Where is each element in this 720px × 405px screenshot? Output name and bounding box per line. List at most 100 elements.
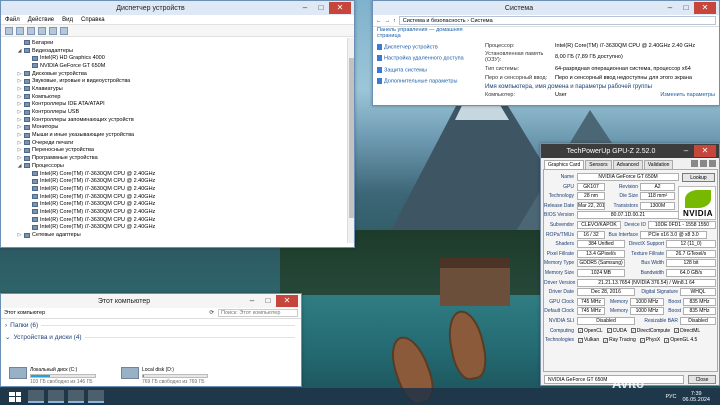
- close-button[interactable]: Close: [688, 375, 716, 384]
- tab-graphics-card[interactable]: Graphics Card: [544, 160, 585, 169]
- tree-item[interactable]: Intel(R) HD Graphics 4000: [7, 54, 354, 62]
- change-settings-link[interactable]: Изменить параметры: [660, 92, 715, 98]
- close-button[interactable]: ✕: [329, 2, 351, 14]
- forward-arrow-icon[interactable]: →: [385, 18, 391, 24]
- tab-validation[interactable]: Validation: [643, 160, 674, 169]
- checkbox[interactable]: ✓ Ray Tracing: [603, 337, 636, 343]
- tree-item[interactable]: ▷ Программные устройства: [7, 154, 354, 162]
- menu-icon[interactable]: [709, 160, 716, 167]
- tree-item[interactable]: Intel(R) Core(TM) i7-3630QM CPU @ 2.40GH…: [7, 200, 354, 208]
- drive-item[interactable]: Локальный диск (C:) 103 ГБ свободно из 14…: [9, 367, 96, 385]
- clock[interactable]: 7:39 06.05.2024: [682, 391, 710, 403]
- camera-icon[interactable]: [691, 160, 698, 167]
- device-manager-titlebar[interactable]: Диспетчер устройств – □ ✕: [1, 1, 354, 15]
- tree-item[interactable]: ▷ Контроллеры IDE ATA/ATAPI: [7, 101, 354, 109]
- taskbar-app-ie[interactable]: [28, 390, 44, 403]
- tree-item[interactable]: ▷ Звуковые, игровые и видеоустройства: [7, 77, 354, 85]
- expand-toggle-icon[interactable]: ▷: [17, 78, 22, 84]
- language-indicator[interactable]: РУС: [665, 394, 676, 400]
- tree-item[interactable]: ▷ Мыши и иные указывающие устройства: [7, 131, 354, 139]
- help-icon[interactable]: [38, 26, 46, 35]
- close-button[interactable]: ✕: [276, 295, 298, 307]
- expand-toggle-icon[interactable]: ▷: [17, 71, 22, 77]
- back-arrow-icon[interactable]: ←: [376, 18, 382, 24]
- maximize-button[interactable]: □: [313, 2, 329, 14]
- tree-item[interactable]: Intel(R) Core(TM) i7-3630QM CPU @ 2.40GH…: [7, 208, 354, 216]
- vertical-scrollbar[interactable]: [347, 38, 354, 243]
- tree-item[interactable]: ▷ Мониторы: [7, 124, 354, 132]
- menu-file[interactable]: Файл: [5, 17, 20, 23]
- folders-group[interactable]: › Папки (6): [1, 319, 301, 331]
- tree-item[interactable]: NVIDIA GeForce GT 650M: [7, 62, 354, 70]
- minimize-button[interactable]: –: [678, 145, 694, 157]
- maximize-button[interactable]: □: [260, 295, 276, 307]
- tree-item[interactable]: ▷ Дисковые устройства: [7, 70, 354, 78]
- tree-item[interactable]: ▷ Сетевые адаптеры: [7, 231, 354, 239]
- refresh-icon[interactable]: [700, 160, 707, 167]
- tree-item[interactable]: Батареи: [7, 39, 354, 47]
- scrollbar-thumb[interactable]: [349, 58, 354, 218]
- expand-toggle-icon[interactable]: ▷: [17, 232, 22, 238]
- expand-toggle-icon[interactable]: ◢: [17, 163, 22, 169]
- tree-item[interactable]: ▷ Переносные устройства: [7, 147, 354, 155]
- checkbox[interactable]: ✓ Vulkan: [578, 337, 599, 343]
- expand-toggle-icon[interactable]: ▷: [17, 140, 22, 146]
- scan-hardware-icon[interactable]: [60, 26, 68, 35]
- devices-group[interactable]: ⌄ Устройства и диски (4): [1, 331, 301, 343]
- menu-action[interactable]: Действие: [28, 17, 54, 23]
- tree-item[interactable]: Intel(R) Core(TM) i7-3630QM CPU @ 2.40GH…: [7, 216, 354, 224]
- gpuz-titlebar[interactable]: TechPowerUp GPU-Z 2.52.0 – ✕: [541, 144, 719, 158]
- tree-item[interactable]: Intel(R) Core(TM) i7-3630QM CPU @ 2.40GH…: [7, 193, 354, 201]
- update-driver-icon[interactable]: [49, 26, 57, 35]
- tree-item[interactable]: ▷ Клавиатуры: [7, 85, 354, 93]
- taskbar-app-gpuz[interactable]: [88, 390, 104, 403]
- checkbox[interactable]: ✓ OpenGL 4.5: [664, 337, 697, 343]
- close-button[interactable]: ✕: [694, 2, 716, 14]
- advanced-settings-link[interactable]: Дополнительные параметры: [377, 78, 477, 85]
- minimize-button[interactable]: –: [244, 295, 260, 307]
- tree-item[interactable]: Intel(R) Core(TM) i7-3630QM CPU @ 2.40GH…: [7, 170, 354, 178]
- expand-toggle-icon[interactable]: ▷: [17, 124, 22, 130]
- address-path[interactable]: Система и безопасность › Система: [398, 16, 716, 25]
- control-panel-home-link[interactable]: Панель управления — домашняя страница: [377, 27, 477, 39]
- forward-icon[interactable]: [16, 26, 24, 35]
- expand-toggle-icon[interactable]: ▷: [17, 109, 22, 115]
- tree-item[interactable]: ◢ Видеоадаптеры: [7, 47, 354, 55]
- tree-item[interactable]: ▷ Компьютер: [7, 93, 354, 101]
- tree-item[interactable]: ▷ Очереди печати: [7, 139, 354, 147]
- tree-item[interactable]: Intel(R) Core(TM) i7-3630QM CPU @ 2.40GH…: [7, 177, 354, 185]
- system-titlebar[interactable]: Система – □ ✕: [373, 1, 719, 15]
- drive-item[interactable]: Local disk (D:) 769 ГБ свободно из 769 ГБ: [121, 367, 208, 385]
- device-manager-link[interactable]: Диспетчер устройств: [377, 44, 477, 50]
- expand-toggle-icon[interactable]: ▷: [17, 155, 22, 161]
- up-arrow-icon[interactable]: ↑: [393, 18, 396, 24]
- checkbox[interactable]: ✓ DirectCompute: [630, 328, 670, 334]
- expand-toggle-icon[interactable]: ◢: [17, 48, 22, 54]
- tab-sensors[interactable]: Sensors: [585, 160, 612, 169]
- explorer-titlebar[interactable]: Этот компьютер – □ ✕: [1, 294, 301, 308]
- menu-view[interactable]: Вид: [62, 17, 73, 23]
- properties-icon[interactable]: [27, 26, 35, 35]
- expand-toggle-icon[interactable]: ▷: [17, 132, 22, 138]
- expand-toggle-icon[interactable]: ▷: [17, 101, 22, 107]
- minimize-button[interactable]: –: [662, 2, 678, 14]
- close-button[interactable]: ✕: [694, 145, 716, 157]
- checkbox[interactable]: ✓ DirectML: [674, 328, 700, 334]
- address-path[interactable]: Этот компьютер: [4, 310, 205, 316]
- checkbox[interactable]: ✓ OpenCL: [578, 328, 603, 334]
- tree-item[interactable]: Intel(R) Core(TM) i7-3630QM CPU @ 2.40GH…: [7, 185, 354, 193]
- expand-toggle-icon[interactable]: ▷: [17, 86, 22, 92]
- tree-item[interactable]: ▷ Контроллеры запоминающих устройств: [7, 116, 354, 124]
- system-protection-link[interactable]: Защита системы: [377, 66, 477, 73]
- taskbar-app-device-manager[interactable]: [68, 390, 84, 403]
- start-button[interactable]: [6, 390, 24, 404]
- lookup-button[interactable]: Lookup: [682, 173, 715, 182]
- tree-item[interactable]: ▷ Контроллеры USB: [7, 108, 354, 116]
- tab-advanced[interactable]: Advanced: [612, 160, 643, 169]
- tree-item[interactable]: Intel(R) Core(TM) i7-3630QM CPU @ 2.40GH…: [7, 224, 354, 232]
- taskbar-app-explorer[interactable]: [48, 390, 64, 403]
- back-icon[interactable]: [5, 26, 13, 35]
- minimize-button[interactable]: –: [297, 2, 313, 14]
- maximize-button[interactable]: □: [678, 2, 694, 14]
- remote-access-link[interactable]: Настройка удаленного доступа: [377, 55, 477, 62]
